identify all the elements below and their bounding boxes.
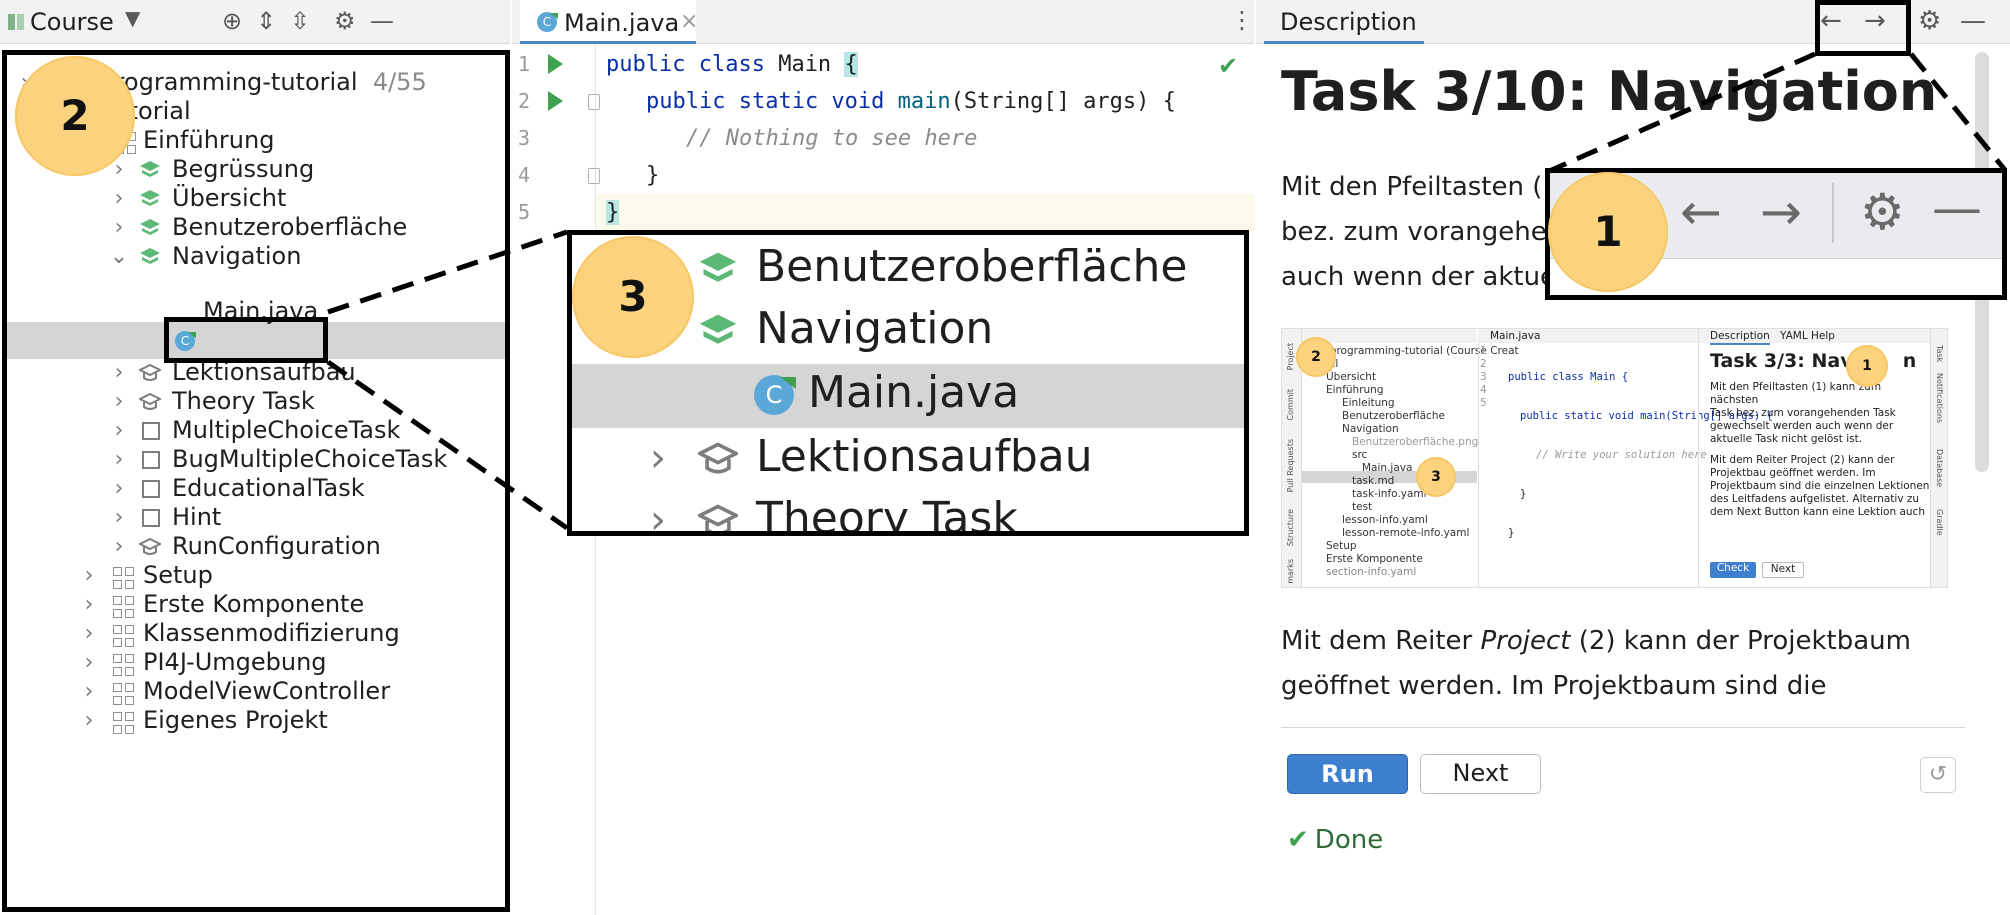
badge-3: 3	[572, 236, 694, 358]
badge-1: 1	[1548, 172, 1668, 292]
callout-connectors	[326, 51, 2007, 531]
badge-2: 2	[15, 56, 135, 176]
